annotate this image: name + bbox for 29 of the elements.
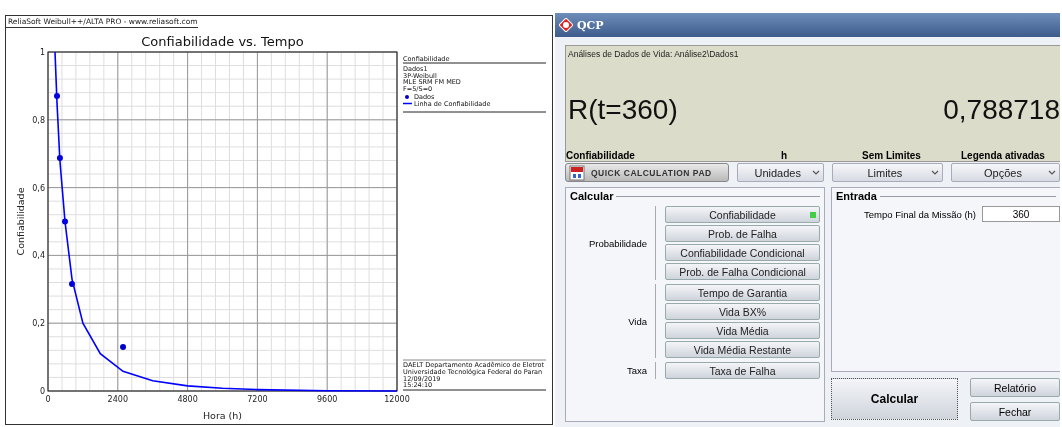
- x-tick-label: 0: [45, 395, 51, 404]
- display-caption: Legenda ativadas: [961, 150, 1045, 161]
- y-tick-label: 0,2: [32, 319, 45, 329]
- analysis-path: Análises de Dados de Vida: Análise2\Dados1: [567, 48, 740, 61]
- display-caption: Confiabilidade: [566, 150, 635, 161]
- y-axis-label: Confiabilidade: [15, 187, 26, 256]
- chart-title: Confiabilidade vs. Tempo: [141, 34, 304, 49]
- x-tick-label: 7200: [247, 395, 268, 404]
- x-tick-label: 4800: [177, 395, 198, 404]
- y-tick-label: 1: [39, 48, 45, 57]
- window-title: QCP: [577, 18, 604, 32]
- result-expression: R(t=360): [568, 93, 678, 126]
- display-caption: h: [781, 150, 788, 161]
- group-title: Calcular: [570, 190, 614, 202]
- group-label: Taxa: [626, 365, 647, 376]
- display-caption: Sem Limites: [862, 150, 921, 161]
- x-tick-label: 2400: [107, 395, 128, 404]
- field-label: Tempo Final da Missão (h): [864, 208, 976, 220]
- y-tick-label: 0,6: [32, 183, 45, 193]
- group-title: Entrada: [836, 190, 877, 202]
- y-tick-label: 0,8: [32, 115, 45, 125]
- x-tick-label: 12000: [384, 395, 410, 404]
- x-axis-label: Hora (h): [202, 410, 243, 421]
- x-tick-label: 9600: [317, 395, 338, 404]
- group-label: Probabilidade: [588, 237, 647, 249]
- y-tick-label: 0: [39, 387, 45, 396]
- result-value: 0,788718: [943, 93, 1060, 126]
- group-label: Vida: [628, 315, 647, 327]
- y-tick-label: 0,4: [32, 251, 45, 261]
